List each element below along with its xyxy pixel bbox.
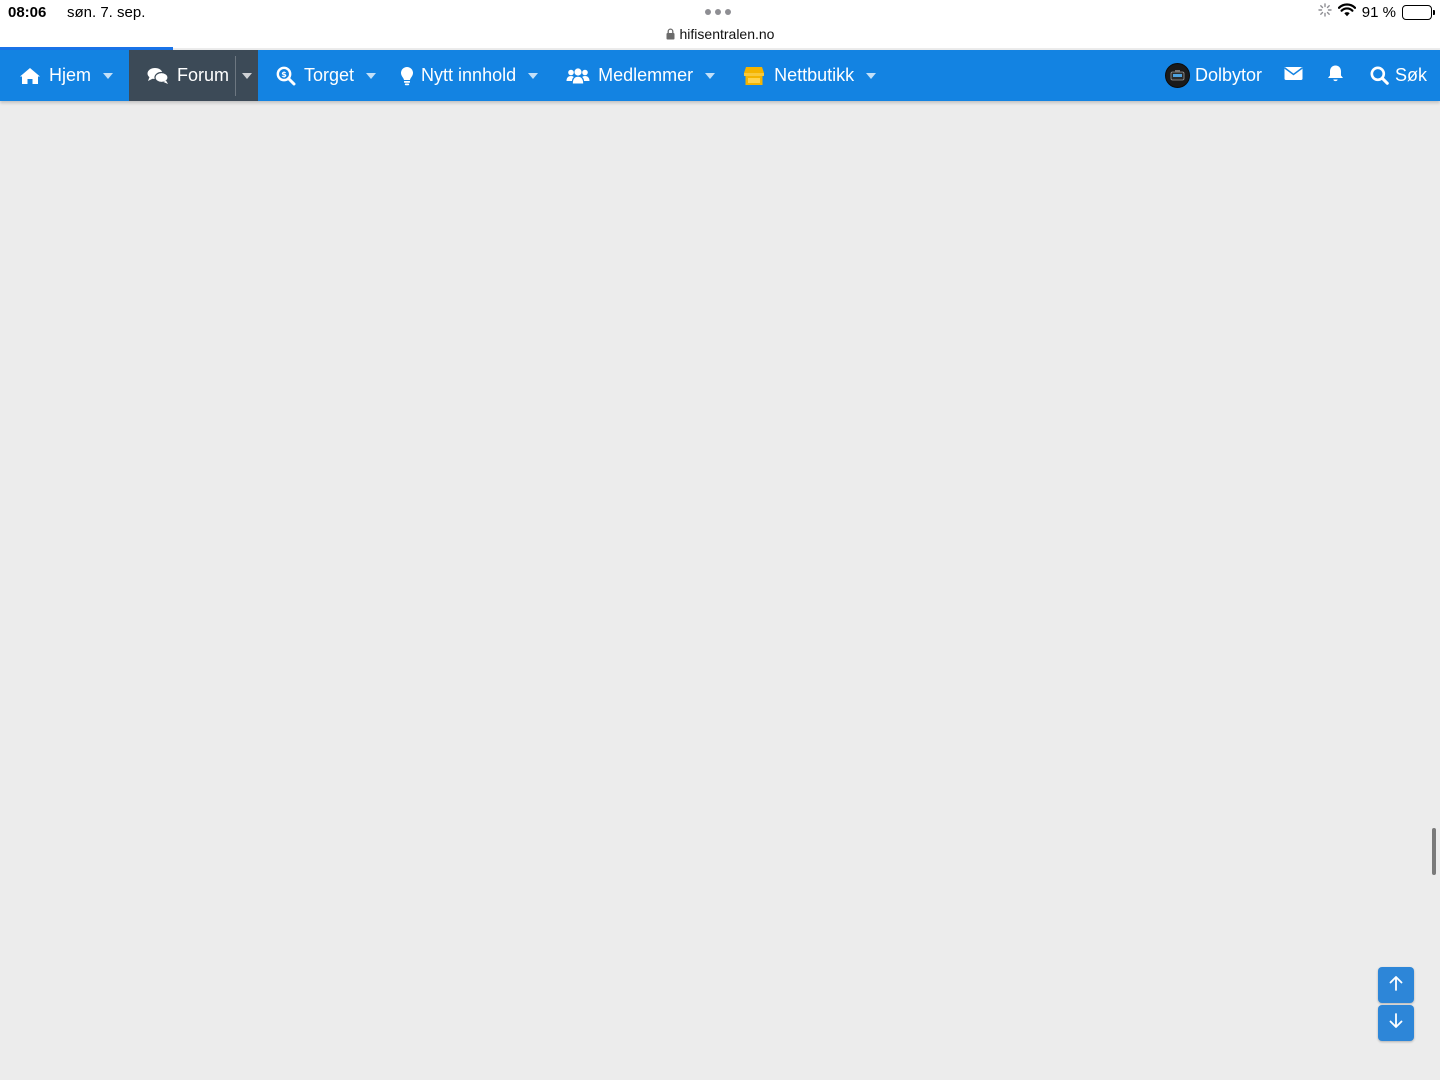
status-indicators: 91 % [1318,3,1435,21]
chevron-down-icon[interactable] [705,72,716,79]
scrollbar-thumb[interactable] [1432,828,1436,875]
activity-spinner-icon [1318,3,1332,21]
nav-item-label: Torget [304,65,355,85]
nav-item-label: Medlemmer [598,65,694,85]
svg-text:$: $ [281,70,287,79]
search-label: Søk [1394,65,1427,85]
user-name: Dolbytor [1194,65,1262,85]
nav-item-nettbutikk[interactable]: Nettbutikk [735,50,884,101]
alerts-button[interactable] [1327,50,1344,101]
search-icon [1370,66,1389,85]
arrow-up-icon [1388,975,1404,996]
battery-percent: 91 % [1361,3,1396,21]
search-button[interactable]: Søk [1370,50,1427,101]
nav-item-label: Forum [177,65,230,85]
lightbulb-icon [400,66,414,86]
chevron-down-icon[interactable] [242,72,253,79]
status-bar: 08:06 søn. 7. sep. hifisentralen.no 91 % [0,0,1440,48]
tab-overview-dots-icon[interactable] [705,9,731,15]
nav-item-label: Nytt innhold [421,65,517,85]
nav-item-nytt-innhold[interactable]: Nytt innhold [392,50,558,101]
nav-item-label: Hjem [49,65,92,85]
arrow-down-icon [1388,1012,1404,1034]
scroll-to-bottom-button[interactable] [1378,1005,1414,1041]
avatar [1164,63,1190,88]
chevron-down-icon[interactable] [103,72,114,79]
user-menu[interactable]: Dolbytor [1164,50,1262,101]
search-dollar-icon: $ [276,66,296,86]
inbox-button[interactable] [1284,50,1303,101]
status-time: 08:06 [8,4,47,21]
address-url: hifisentralen.no [679,26,775,42]
users-icon [566,67,590,85]
scroll-to-top-button[interactable] [1378,967,1414,1003]
chevron-down-icon[interactable] [528,72,539,79]
wifi-icon [1337,3,1356,21]
store-icon [743,66,765,86]
address-bar[interactable]: hifisentralen.no [0,26,1440,43]
lock-icon [666,27,675,43]
nav-item-torget[interactable]: $ Torget [258,50,392,101]
nav-item-forum[interactable]: Forum [129,50,259,101]
nav-item-label: Nettbutikk [774,65,855,85]
status-date: søn. 7. sep. [67,4,146,21]
envelope-icon [1284,65,1303,86]
chevron-down-icon[interactable] [366,72,377,79]
divider [235,55,237,96]
main-navbar: Hjem Forum $ Torget Nytt innhold Medlemm… [0,50,1440,101]
home-icon [19,67,41,85]
bell-icon [1327,64,1344,88]
battery-icon [1402,4,1435,20]
nav-item-medlemmer[interactable]: Medlemmer [558,50,735,101]
nav-item-hjem[interactable]: Hjem [0,50,129,101]
chevron-down-icon[interactable] [866,72,877,79]
navbar-user-area: Dolbytor Søk [1164,50,1440,101]
comments-icon [147,67,169,85]
